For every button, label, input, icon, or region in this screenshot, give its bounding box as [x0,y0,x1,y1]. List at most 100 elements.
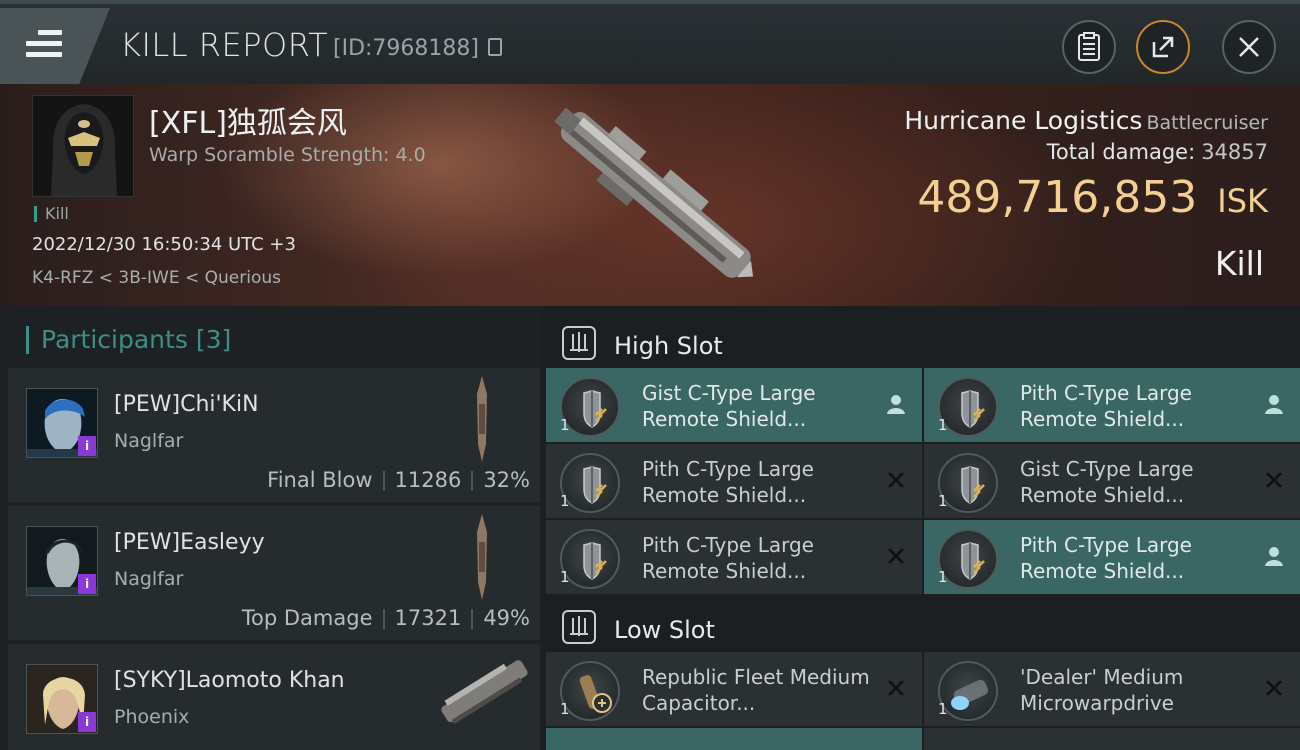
participant-ship: Naglfar [114,568,184,590]
victim-summary: [XFL]独孤会风 Warp Soramble Strength: 4.0 Ki… [0,84,1300,306]
destroyed-x-icon [884,468,908,492]
module-slot[interactable]: 1 Republic Fleet Medium Capacitor... [546,652,922,726]
close-icon [1239,37,1259,57]
destroyed-x-icon [884,676,908,700]
person-icon [1262,544,1286,568]
participant-damage: 17321 [394,606,462,630]
module-quantity: 1 [560,416,570,434]
destroyed-x-icon [884,544,908,568]
module-quantity: 1 [938,568,948,586]
close-button[interactable] [1222,20,1276,74]
isk-amount: 489,716,853 [917,172,1198,223]
avatar[interactable]: i [26,664,98,734]
module-slot[interactable]: 1 Pith C-Type Large Remote Shield... [924,520,1300,594]
module-name: Gist C-Type Large Remote Shield... [1020,457,1194,507]
kill-location[interactable]: K4-RFZ < 3B-IWE < Querious [32,268,281,288]
low-slot-header: Low Slot [542,596,1300,656]
share-icon [1152,36,1174,58]
module-name: Republic Fleet Medium Capacitor... [642,665,870,715]
person-icon [1262,392,1286,416]
module-name: Pith C-Type Large Remote Shield... [1020,381,1192,431]
module-quantity: 1 [938,416,948,434]
participant-ship-image [441,660,528,725]
participant-row[interactable]: i [PEW]Easleyy Naglfar Top Damage 17321 49… [8,506,540,640]
module-name: Pith C-Type Large Remote Shield... [642,533,814,583]
participant-name[interactable]: [SYKY]Laomoto Khan [114,668,345,693]
high-slot-title: High Slot [614,332,723,360]
participant-ship-image [477,376,487,462]
participant-row[interactable]: i [PEW]Chi'KiN Naglfar Final Blow 11286 32… [8,368,540,502]
high-slot-header: High Slot [542,312,1300,372]
module-slot-partial[interactable] [924,728,1300,750]
participant-stats: Final Blow 11286 32% [267,468,530,492]
victim-portrait[interactable] [32,95,134,197]
fitting-panel: High Slot 1 Gist C-Type Large Remote Shie… [542,306,1300,750]
total-damage-label: Total damage: [1046,140,1196,164]
participants-label: Participants [41,325,188,354]
victim-avatar-icon [33,96,133,196]
total-damage-value: 34857 [1201,140,1268,164]
info-badge-icon[interactable]: i [78,436,96,456]
participant-stats: Top Damage 17321 49% [242,606,530,630]
participant-name[interactable]: [PEW]Easleyy [114,530,265,555]
high-slot-icon [562,326,596,360]
report-id: [ID:7968188] [333,36,479,61]
kill-result: Kill [1214,244,1264,283]
participants-panel: Participants [3] i [PEW]Chi'KiN Naglfar … [0,306,542,750]
clipboard-button[interactable] [1062,20,1116,74]
destroyed-x-icon [1262,468,1286,492]
module-name: Gist C-Type Large Remote Shield... [642,381,816,431]
top-bar: KILL REPORT [ID:7968188] [0,0,1300,84]
scramble-strength: Warp Soramble Strength: 4.0 [149,144,426,166]
total-damage: Total damage: 34857 [1047,140,1268,164]
victim-ship-image[interactable] [520,94,780,294]
avatar[interactable]: i [26,388,98,458]
module-name: Pith C-Type Large Remote Shield... [1020,533,1192,583]
low-slot-icon [562,610,596,644]
participants-count: [3] [195,325,232,354]
kill-tag: Kill [34,206,69,222]
isk-value: 489,716,853 ISK [917,172,1268,223]
module-slot[interactable]: 1 Pith C-Type Large Remote Shield... [546,520,922,594]
person-icon [884,392,908,416]
info-badge-icon[interactable]: i [78,712,96,732]
menu-button[interactable] [0,8,110,84]
participant-damage-pct: 49% [483,606,530,630]
module-slot[interactable]: 1 Gist C-Type Large Remote Shield... [924,444,1300,518]
module-quantity: 1 [560,568,570,586]
participant-name[interactable]: [PEW]Chi'KiN [114,392,259,417]
module-slot[interactable]: 1 Pith C-Type Large Remote Shield... [546,444,922,518]
module-name: 'Dealer' Medium Microwarpdrive [1020,665,1184,715]
participants-header: Participants [3] [26,326,231,354]
ship-class-text: Battlecruiser [1146,112,1268,134]
module-slot[interactable]: 1 Pith C-Type Large Remote Shield... [924,368,1300,442]
module-quantity: 1 [560,700,570,718]
copy-icon[interactable] [488,38,502,56]
victim-ship-name[interactable]: Hurricane Logistics Battlecruiser [904,106,1268,135]
participant-damage: 11286 [394,468,462,492]
participant-role: Top Damage [241,606,373,630]
destroyed-x-icon [1262,676,1286,700]
participant-damage-pct: 32% [483,468,530,492]
participant-ship: Phoenix [114,706,190,728]
victim-name[interactable]: [XFL]独孤会风 [149,98,347,142]
participant-ship-image [477,514,487,600]
module-slot[interactable]: 1 Gist C-Type Large Remote Shield... [546,368,922,442]
participant-row[interactable]: i [SYKY]Laomoto Khan Phoenix [8,644,540,750]
module-quantity: 1 [938,700,948,718]
low-slot-title: Low Slot [614,616,715,644]
module-quantity: 1 [560,492,570,510]
module-name: Pith C-Type Large Remote Shield... [642,457,814,507]
module-slot-partial[interactable] [546,728,922,750]
share-button[interactable] [1136,20,1190,74]
clipboard-icon [1078,32,1100,61]
participant-ship: Naglfar [114,430,184,452]
isk-unit: ISK [1217,182,1268,220]
kill-timestamp: 2022/12/30 16:50:34 UTC +3 [32,234,296,255]
page-title: KILL REPORT [120,26,329,64]
info-badge-icon[interactable]: i [78,574,96,594]
module-quantity: 1 [938,492,948,510]
module-slot[interactable]: 1 'Dealer' Medium Microwarpdrive [924,652,1300,726]
participant-role: Final Blow [267,468,373,492]
avatar[interactable]: i [26,526,98,596]
